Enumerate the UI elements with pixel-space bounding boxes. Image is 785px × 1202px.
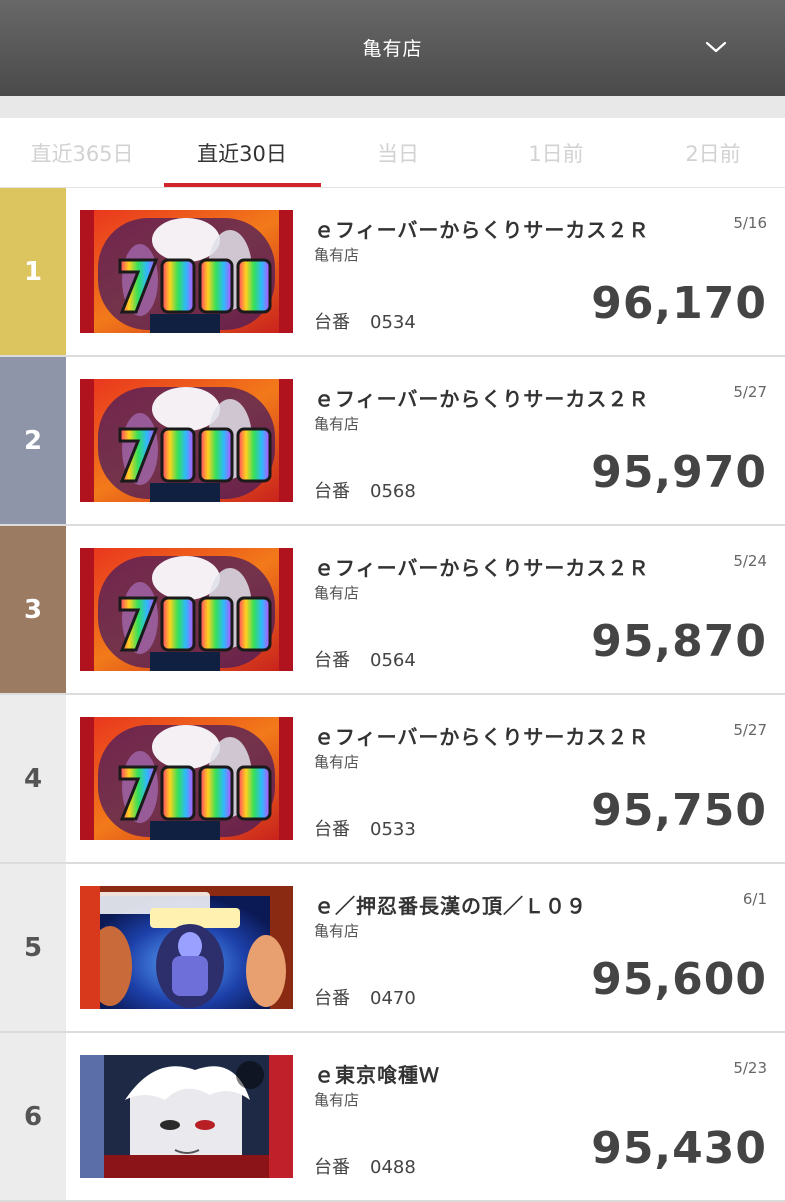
machine-artwork-image	[80, 210, 293, 333]
active-tab-indicator	[164, 183, 321, 187]
score-value: 96,170	[591, 278, 767, 329]
record-date: 5/16	[733, 214, 767, 232]
tab-2-days-ago[interactable]: 2日前	[633, 118, 785, 188]
machine-name: ｅフィーバーからくりサーカス２Ｒ	[314, 218, 650, 242]
store-title[interactable]: 亀有店	[0, 34, 785, 61]
tab-today[interactable]: 当日	[318, 118, 478, 188]
machine-thumbnail	[80, 717, 293, 840]
machine-artwork-image	[80, 886, 293, 1009]
machine-name: ｅフィーバーからくりサーカス２Ｒ	[314, 387, 650, 411]
unit-number: 台番 0488	[314, 1153, 416, 1179]
record-date: 6/1	[742, 890, 767, 908]
machine-name: ｅフィーバーからくりサーカス２Ｒ	[314, 556, 650, 580]
record-date: 5/27	[733, 721, 767, 739]
machine-artwork-image	[80, 548, 293, 671]
tab-365-days[interactable]: 直近365日	[2, 118, 162, 188]
ranking-row[interactable]: 3 ｅフィーバーからくりサーカス２Ｒ 亀有店 5/24 台番 0564 95,8…	[0, 526, 785, 695]
score-value: 95,870	[591, 616, 767, 667]
machine-name: ｅ東京喰種Ｗ	[314, 1063, 440, 1087]
header-spacer	[0, 96, 785, 118]
rank-badge: 3	[0, 526, 66, 693]
store-name: 亀有店	[314, 415, 360, 433]
machine-artwork-image	[80, 717, 293, 840]
machine-name: ｅ／押忍番長漢の頂／Ｌ０９	[314, 894, 587, 918]
chevron-down-icon[interactable]	[705, 36, 727, 58]
unit-number: 台番 0568	[314, 477, 416, 503]
machine-thumbnail	[80, 1055, 293, 1178]
unit-number: 台番 0470	[314, 984, 416, 1010]
store-name: 亀有店	[314, 584, 360, 602]
unit-label: 台番	[314, 1157, 350, 1178]
unit-label: 台番	[314, 312, 350, 333]
unit-value: 0564	[370, 650, 416, 671]
score-value: 95,600	[591, 954, 767, 1005]
tab-1-day-ago[interactable]: 1日前	[476, 118, 636, 188]
app-header: 亀有店	[0, 0, 785, 96]
unit-value: 0470	[370, 988, 416, 1009]
machine-artwork-image	[80, 1055, 293, 1178]
rank-badge: 5	[0, 864, 66, 1031]
score-value: 95,430	[591, 1123, 767, 1174]
period-tabs: 直近365日 直近30日 当日 1日前 2日前	[0, 118, 785, 188]
unit-label: 台番	[314, 819, 350, 840]
ranking-row[interactable]: 1 ｅフィーバーからくりサーカス２Ｒ 亀有店 5/16 台番 0534 96,1…	[0, 188, 785, 357]
ranking-row[interactable]: 6 ｅ東京喰種Ｗ 亀有店 5/23 台番 0488 95,430	[0, 1033, 785, 1202]
rank-badge: 4	[0, 695, 66, 862]
machine-artwork-image	[80, 379, 293, 502]
unit-label: 台番	[314, 650, 350, 671]
store-name: 亀有店	[314, 753, 360, 771]
machine-thumbnail	[80, 886, 293, 1009]
unit-value: 0488	[370, 1157, 416, 1178]
unit-label: 台番	[314, 481, 350, 502]
score-value: 95,750	[591, 785, 767, 836]
machine-thumbnail	[80, 548, 293, 671]
rank-badge: 2	[0, 357, 66, 524]
record-date: 5/24	[733, 552, 767, 570]
machine-thumbnail	[80, 379, 293, 502]
rank-badge: 1	[0, 188, 66, 355]
unit-value: 0568	[370, 481, 416, 502]
machine-thumbnail	[80, 210, 293, 333]
store-name: 亀有店	[314, 1091, 360, 1109]
unit-label: 台番	[314, 988, 350, 1009]
score-value: 95,970	[591, 447, 767, 498]
unit-value: 0533	[370, 819, 416, 840]
unit-value: 0534	[370, 312, 416, 333]
unit-number: 台番 0534	[314, 308, 416, 334]
machine-name: ｅフィーバーからくりサーカス２Ｒ	[314, 725, 650, 749]
ranking-row[interactable]: 4 ｅフィーバーからくりサーカス２Ｒ 亀有店 5/27 台番 0533 95,7…	[0, 695, 785, 864]
unit-number: 台番 0564	[314, 646, 416, 672]
ranking-row[interactable]: 2 ｅフィーバーからくりサーカス２Ｒ 亀有店 5/27 台番 0568 95,9…	[0, 357, 785, 526]
tab-30-days[interactable]: 直近30日	[162, 118, 322, 188]
store-name: 亀有店	[314, 246, 360, 264]
unit-number: 台番 0533	[314, 815, 416, 841]
ranking-row[interactable]: 5 ｅ／押忍番長漢の頂／Ｌ０９ 亀有店 6/1 台番 0470 95,600	[0, 864, 785, 1033]
rank-badge: 6	[0, 1033, 66, 1200]
record-date: 5/23	[733, 1059, 767, 1077]
record-date: 5/27	[733, 383, 767, 401]
store-name: 亀有店	[314, 922, 360, 940]
